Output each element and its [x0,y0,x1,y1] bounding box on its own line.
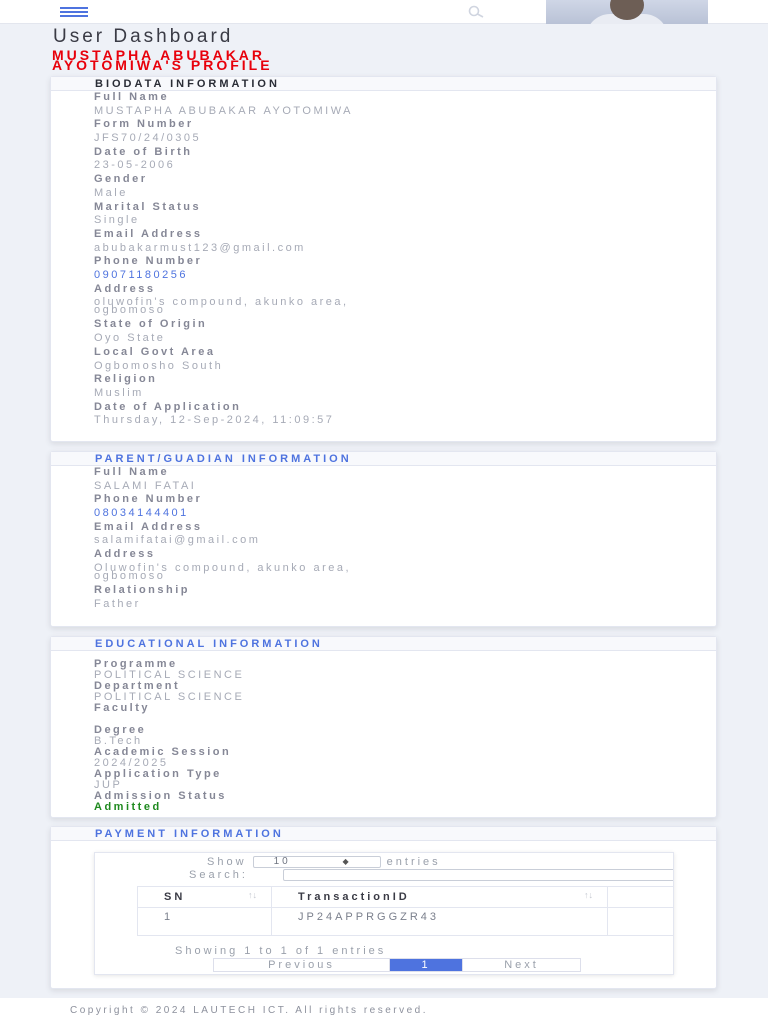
field-label: Faculty [94,702,151,714]
payment-heading: PAYMENT INFORMATION [51,827,716,841]
religion-value: Muslim [94,386,144,399]
date-of-application-value: Thursday, 12-Sep-2024, 11:09:57 [94,414,335,427]
entries-select[interactable]: 10 ◆ [252,856,381,869]
hamburger-icon[interactable] [60,7,88,17]
payment-datatable: Show 10 ◆ entries Search: SN ↑↓ Transact… [94,852,674,975]
page-1-button[interactable]: 1 [390,959,462,971]
field-label: Academic Session [94,746,232,758]
page-title: User Dashboard [53,26,234,47]
field-label: Degree [94,724,147,736]
entries-select-value: 10 [273,856,291,868]
marital-status-value: Single [94,214,140,227]
table-header-row: SN ↑↓ TransactionID ↑↓ [137,886,673,908]
guardian-fields: Full Name SALAMI FATAI Phone Number 0803… [51,466,716,611]
biodata-heading: BIODATA INFORMATION [51,77,716,91]
sort-icon: ↑↓ [584,890,593,900]
select-arrow-icon: ◆ [342,857,352,867]
guardian-card: PARENT/GUADIAN INFORMATION Full Name SAL… [50,451,717,627]
guardian-phone-link[interactable]: 08034144401 [94,507,716,521]
guardian-email-value: salamifatai@gmail.com [94,534,261,547]
guardian-address-value: Oluwofin's compound, akunko area, ogbomo… [94,562,716,584]
column-header-sn[interactable]: SN ↑↓ [137,886,272,908]
next-button[interactable]: Next [462,959,580,971]
payment-card: PAYMENT INFORMATION Show 10 ◆ entries Se… [50,826,717,989]
table-row: 1 JP24APPRGGZR43 [137,907,673,936]
field-label: Marital Status [94,200,202,213]
guardian-name-value: SALAMI FATAI [94,479,197,492]
field-label: Email Address [94,520,203,533]
table-cell-sn: 1 [137,907,272,936]
biodata-fields: Full Name MUSTAPHA ABUBAKAR AYOTOMIWA Fo… [51,91,716,428]
field-label: Application Type [94,768,222,780]
admission-status-badge: Admitted [94,801,162,813]
phone-number-link[interactable]: 09071180256 [94,269,716,283]
field-label: Full Name [94,466,170,478]
gender-value: Male [94,186,128,199]
sort-icon: ↑↓ [248,890,257,900]
profile-title: MUSTAPHA ABUBAKAR AYOTOMIWA'S PROFILE [52,48,273,73]
relationship-value: Father [94,597,141,610]
email-value: abubakarmust123@gmail.com [94,241,306,254]
column-header-label: TransactionID [298,891,410,903]
field-label: Address [94,548,156,561]
field-label: Gender [94,173,148,186]
biodata-card: BIODATA INFORMATION Full Name MUSTAPHA A… [50,76,717,442]
state-of-origin-value: Oyo State [94,332,166,345]
field-label: Phone Number [94,493,203,506]
copyright-text: Copyright © 2024 LAUTECH ICT. All rights… [70,1005,429,1016]
faculty-value [94,714,716,725]
search-icon[interactable] [466,4,488,20]
column-header-extra [607,886,673,908]
guardian-heading: PARENT/GUADIAN INFORMATION [51,452,716,466]
date-of-birth-value: 23-05-2006 [94,159,176,172]
entries-label: entries [386,856,441,868]
field-label: Relationship [94,583,191,596]
table-cell-extra [607,907,673,936]
payment-table: SN ↑↓ TransactionID ↑↓ 1 JP24APPRGGZR43 [137,886,673,936]
field-label: Phone Number [94,255,203,268]
education-card: EDUCATIONAL INFORMATION Programme POLITI… [50,636,717,818]
field-label: Form Number [94,118,194,131]
previous-button[interactable]: Previous [214,959,390,971]
footer: Copyright © 2024 LAUTECH ICT. All rights… [0,998,768,1024]
column-header-transaction-id[interactable]: TransactionID ↑↓ [271,886,608,908]
search-input[interactable] [283,869,673,881]
field-label: Email Address [94,227,203,240]
avatar[interactable] [546,0,708,24]
show-label: Show [207,856,247,868]
search-label: Search: [189,869,248,881]
field-label: Admission Status [94,790,227,802]
profile-title-line-2: AYOTOMIWA'S PROFILE [52,57,273,73]
education-fields: Programme POLITICAL SCIENCE Department P… [51,651,716,813]
address-value: oluwofin's compound, akunko area, ogbomo… [94,296,716,318]
education-heading: EDUCATIONAL INFORMATION [51,637,716,651]
address-line-1: oluwofin's compound, akunko area, [94,296,349,309]
programme-value: POLITICAL SCIENCE [94,669,245,681]
form-number-value: JFS70/24/0305 [94,132,202,145]
field-label: Local Govt Area [94,345,216,358]
guardian-address-line-1: Oluwofin's compound, akunko area, [94,561,352,574]
full-name-value: MUSTAPHA ABUBAKAR AYOTOMIWA [94,104,354,117]
table-cell-transaction-id: JP24APPRGGZR43 [271,907,608,936]
field-label: Date of Application [94,400,242,413]
field-label: Date of Birth [94,145,193,158]
top-navbar [0,0,768,24]
table-info: Showing 1 to 1 of 1 entries [175,945,387,957]
lga-value: Ogbomosho South [94,359,224,372]
field-label: Religion [94,373,158,386]
pagination: Previous 1 Next [213,958,581,972]
entries-length-control: Show 10 ◆ entries [207,856,441,869]
column-header-label: SN [164,891,186,903]
field-label: Address [94,282,156,295]
field-label: State of Origin [94,318,208,331]
department-value: POLITICAL SCIENCE [94,691,245,703]
field-label: Full Name [94,91,170,103]
